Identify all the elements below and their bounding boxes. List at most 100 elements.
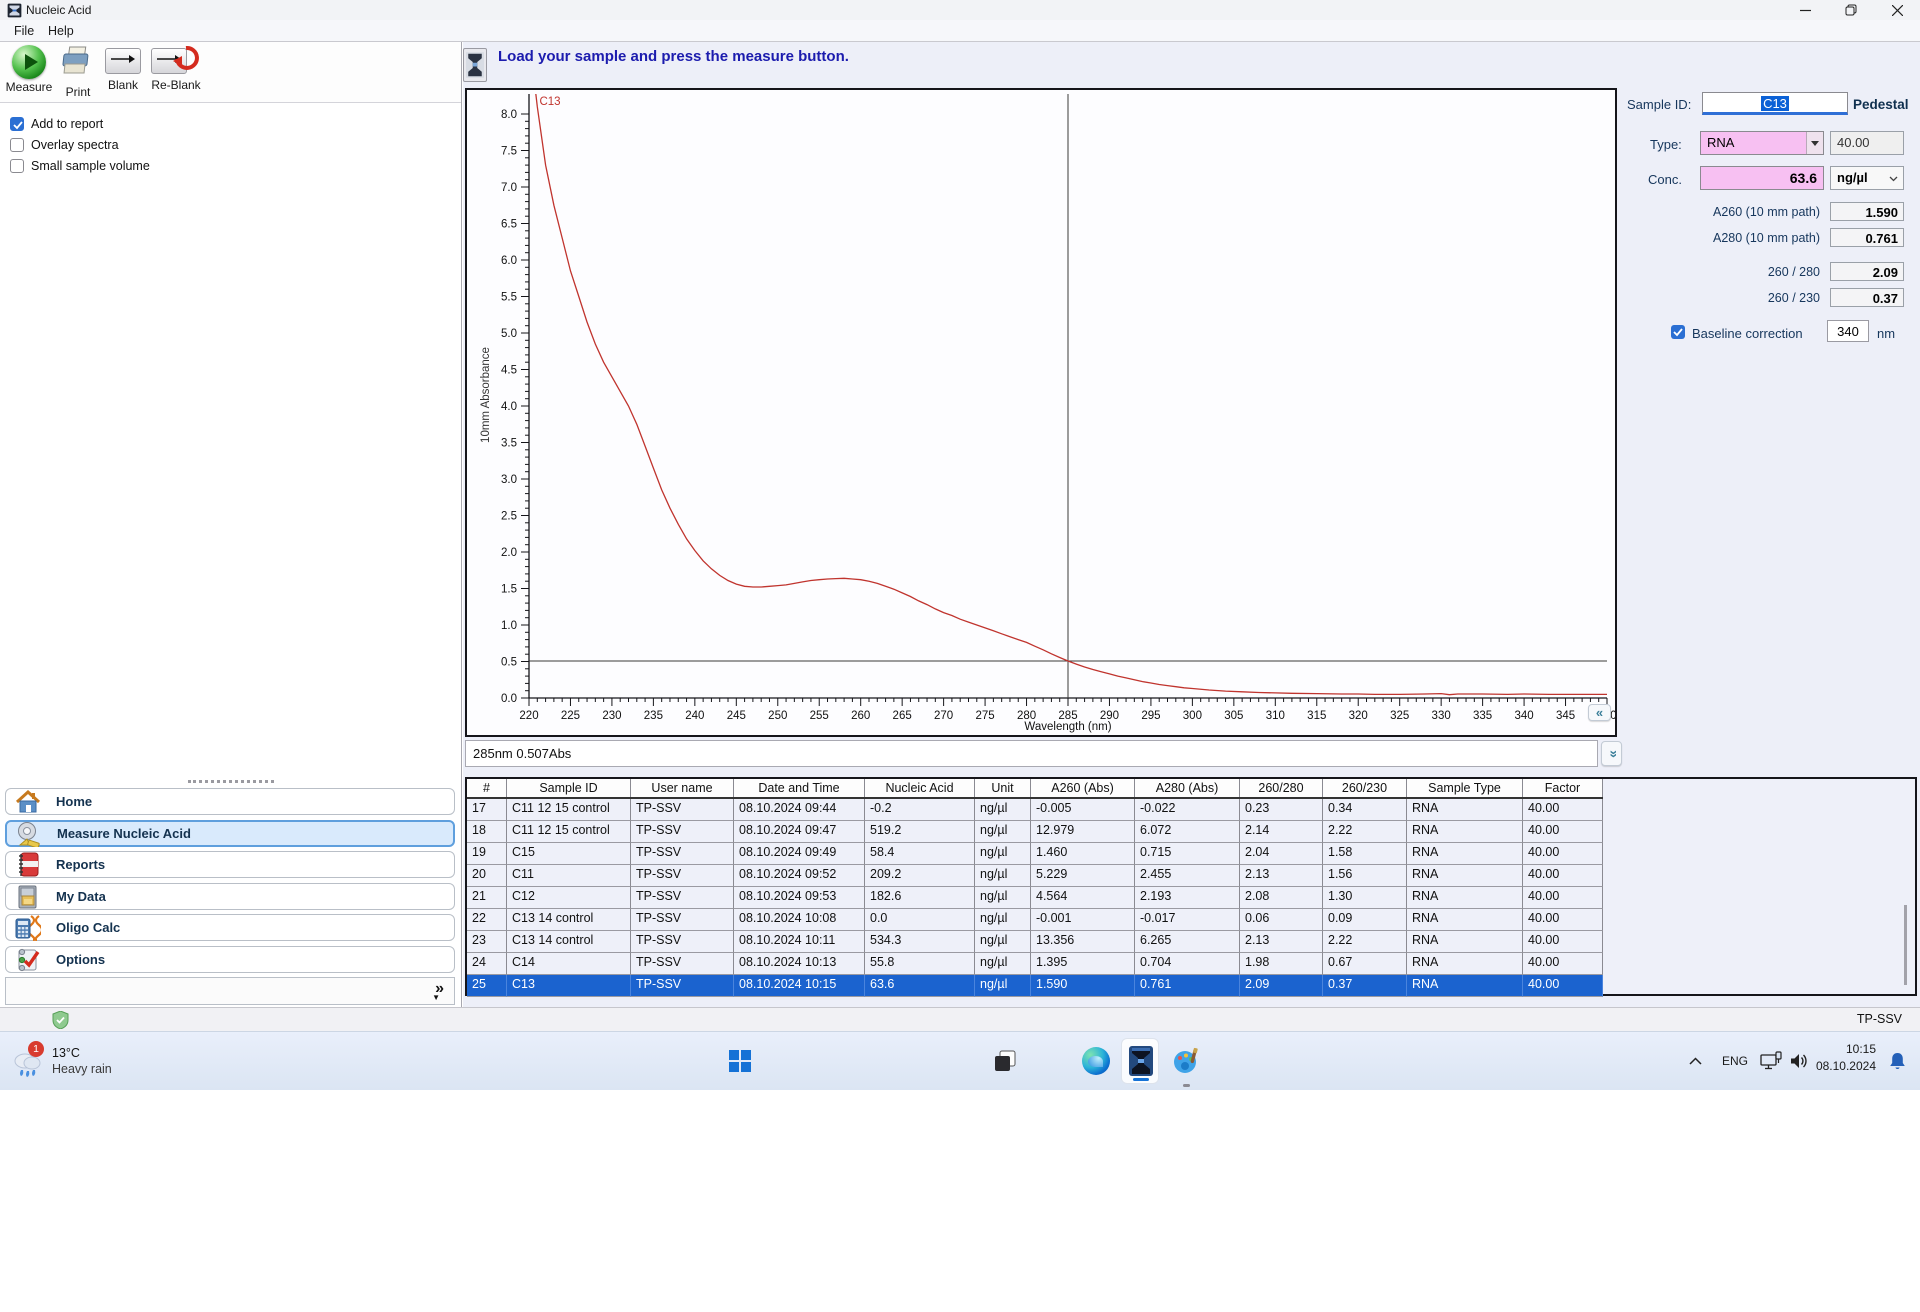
notifications-button[interactable] [1882,1046,1912,1076]
table-cell: 2.22 [1323,931,1407,953]
baseline-checkbox[interactable] [1671,325,1685,339]
table-cell: -0.022 [1135,799,1240,821]
running-app-indicator [1183,1084,1190,1087]
checkbox-small-sample-volume[interactable]: Small sample volume [10,159,150,173]
nucleic-acid-app-button[interactable] [1121,1038,1159,1084]
table-row[interactable]: 25 C13 TP-SSV 08.10.2024 10:15 63.6 ng/µl 1.59… [467,975,1603,997]
table-cell: -0.2 [865,799,975,821]
sample-id-input[interactable]: C13 [1702,92,1848,115]
toolbar: Measure Print Blank Re-Blank [0,42,461,103]
table-cell: 0.761 [1135,975,1240,997]
task-view-button[interactable] [986,1042,1024,1080]
table-cell: 2.22 [1323,821,1407,843]
double-chevron-left-icon: « [1595,705,1604,720]
menu-file[interactable]: File [8,23,40,39]
sidebar-item-home[interactable]: Home [5,788,455,815]
title-bar: Nucleic Acid [0,0,1920,20]
table-row[interactable]: 23 C13 14 control TP-SSV 08.10.2024 10:11 53… [467,931,1603,953]
table-cell: 0.67 [1323,953,1407,975]
x-tick-label: 270 [934,710,953,722]
sidebar-item-reports[interactable]: Reports [5,851,455,878]
type-value: RNA [1707,135,1735,150]
table-cell: TP-SSV [631,865,734,887]
checkbox-checked-icon [10,117,24,131]
reports-icon [14,852,42,877]
blank-button[interactable]: Blank [101,45,145,92]
table-header-cell: User name [631,779,734,797]
y-tick-label: 7.5 [501,146,517,158]
y-tick-label: 3.0 [501,474,517,486]
minimize-button[interactable] [1782,0,1828,20]
blank-arrow-icon [105,48,141,74]
checkbox-overlay-spectra[interactable]: Overlay spectra [10,138,119,152]
start-button[interactable] [722,1042,758,1080]
table-row[interactable]: 24 C14 TP-SSV 08.10.2024 10:13 55.8 ng/µl 1.39… [467,953,1603,975]
pedestal-mode-label: Pedestal [1853,97,1909,112]
network-button[interactable] [1758,1047,1784,1075]
table-cell: C12 [507,887,631,909]
table-cell: 0.704 [1135,953,1240,975]
paint-app-button[interactable] [1166,1041,1206,1081]
conc-unit-dropdown[interactable]: ng/µl [1830,166,1904,190]
table-row[interactable]: 19 C15 TP-SSV 08.10.2024 09:49 58.4 ng/µl 1.46… [467,843,1603,865]
print-button[interactable]: Print [57,45,99,99]
checkbox-add-to-report[interactable]: Add to report [10,117,103,131]
metric-label: 260 / 280 [1767,265,1820,279]
metric-value: 2.09 [1830,262,1904,281]
close-icon[interactable] [1874,0,1920,20]
panel-splitter[interactable] [188,780,274,783]
metric-value: 1.590 [1830,202,1904,221]
status-message: Load your sample and press the measure b… [498,48,849,65]
sidebar-item-oligo-calc[interactable]: Oligo Calc [5,914,455,941]
sample-id-label: Sample ID: [1627,97,1692,112]
collapse-left-button[interactable]: « [1588,704,1611,721]
tray-chevron-up[interactable] [1682,1048,1708,1074]
expand-down-button[interactable]: « [1601,741,1622,766]
spectrum-chart[interactable]: 220 225 230 235 240 245 250 255 260 265 270 275 280 2… [465,88,1617,737]
nav-more-button[interactable]: » ▼ [5,977,455,1005]
sidebar-item-label: Options [56,952,106,967]
edge-browser-button[interactable] [1076,1041,1116,1081]
type-label: Type: [1650,137,1682,152]
table-cell: RNA [1407,865,1523,887]
type-dropdown[interactable]: RNA [1700,131,1824,155]
language-indicator[interactable]: ENG [1722,1054,1748,1068]
table-row[interactable]: 22 C13 14 control TP-SSV 08.10.2024 10:08 0.… [467,909,1603,931]
clock-widget[interactable]: 10:15 08.10.2024 [1816,1042,1876,1073]
table-row[interactable]: 18 C11 12 15 control TP-SSV 08.10.2024 09:4… [467,821,1603,843]
logged-user: TP-SSV [1856,1012,1902,1026]
table-cell: 5.229 [1031,865,1135,887]
table-row[interactable]: 20 C11 TP-SSV 08.10.2024 09:52 209.2 ng/µl 5.2… [467,865,1603,887]
restore-button[interactable] [1828,0,1874,20]
sidebar-item-options[interactable]: Options [5,946,455,973]
table-cell: 08.10.2024 09:52 [734,865,865,887]
table-cell: C13 [507,975,631,997]
bell-icon [1889,1052,1905,1069]
table-cell: 209.2 [865,865,975,887]
measure-button[interactable]: Measure [5,45,53,94]
table-header-cell: Unit [975,779,1031,797]
table-cell: C11 [507,865,631,887]
table-cell: 13.356 [1031,931,1135,953]
table-row[interactable]: 21 C12 TP-SSV 08.10.2024 09:53 182.6 ng/µl 4.5… [467,887,1603,909]
y-tick-label: 4.5 [501,365,517,377]
conc-field[interactable]: 63.6 [1700,166,1824,190]
table-cell: 22 [467,909,507,931]
reblank-button[interactable]: Re-Blank [149,45,203,92]
table-cell: 08.10.2024 09:44 [734,799,865,821]
baseline-input[interactable]: 340 [1827,320,1869,342]
factor-field[interactable]: 40.00 [1830,131,1904,155]
table-scrollbar-thumb[interactable] [1904,905,1907,985]
volume-button[interactable] [1786,1047,1812,1075]
table-cell: 08.10.2024 09:47 [734,821,865,843]
sidebar-item-measure-nucleic-acid[interactable]: Measure Nucleic Acid [5,820,455,847]
task-view-icon [995,1050,1016,1071]
table-cell: 4.564 [1031,887,1135,909]
app-icon [7,3,22,18]
menu-help[interactable]: Help [42,23,80,39]
table-cell: 534.3 [865,931,975,953]
window-title: Nucleic Acid [26,3,92,17]
sidebar-item-my-data[interactable]: My Data [5,883,455,910]
table-row[interactable]: 17 C11 12 15 control TP-SSV 08.10.2024 09:4… [467,799,1603,821]
weather-widget[interactable]: 1 13°C Heavy rain [10,1036,140,1086]
